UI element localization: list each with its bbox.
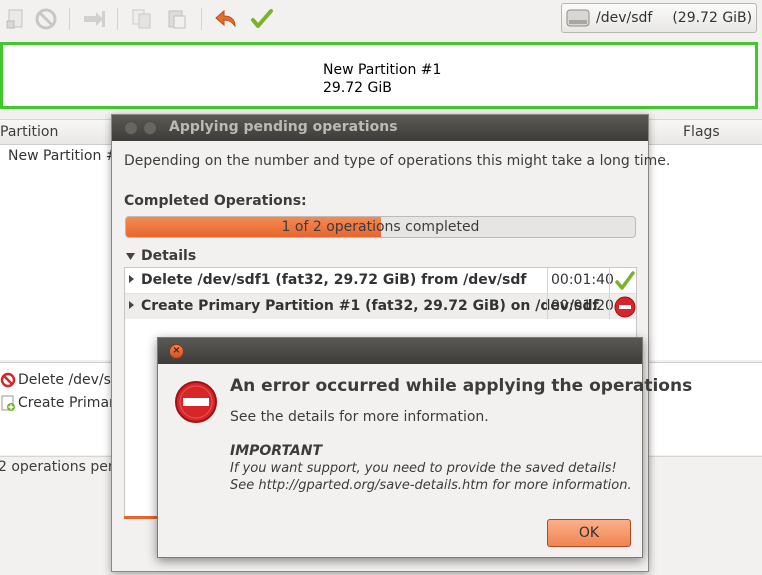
pending-op-delete-label: Delete /dev/sc xyxy=(18,372,119,388)
error-dialog-titlebar[interactable]: × xyxy=(158,338,642,364)
progress-text: 1 of 2 operations completed xyxy=(281,219,480,235)
pending-op-create[interactable]: Create Primar xyxy=(0,392,115,414)
column-partition[interactable]: Partition xyxy=(0,124,58,140)
completed-operations-label: Completed Operations: xyxy=(124,193,307,209)
close-icon[interactable] xyxy=(124,121,138,135)
undo-icon[interactable] xyxy=(214,7,238,31)
close-icon[interactable]: × xyxy=(169,344,184,359)
expand-arrow-icon[interactable] xyxy=(129,275,134,283)
paste-icon[interactable] xyxy=(165,7,189,31)
operation-text: Create Primary Partition #1 (fat32, 29.7… xyxy=(141,298,599,314)
operation-row[interactable]: Create Primary Partition #1 (fat32, 29.7… xyxy=(125,294,636,319)
delete-op-icon xyxy=(0,372,16,388)
partition-visual[interactable]: New Partition #1 29.72 GiB xyxy=(0,42,758,109)
apply-dialog-title: Applying pending operations xyxy=(169,119,398,135)
device-name: /dev/sdf xyxy=(596,10,653,26)
drive-icon xyxy=(566,9,590,27)
partition-visual-name: New Partition #1 xyxy=(323,62,442,78)
ok-button[interactable]: OK xyxy=(547,519,631,547)
column-flags[interactable]: Flags xyxy=(683,124,720,140)
details-expander[interactable]: Details xyxy=(126,248,196,264)
operation-row[interactable]: Delete /dev/sdf1 (fat32, 29.72 GiB) from… xyxy=(125,268,636,294)
copy-icon[interactable] xyxy=(130,7,154,31)
apply-dialog-message: Depending on the number and type of oper… xyxy=(124,153,671,169)
operations-progress-bar: 1 of 2 operations completed xyxy=(125,216,636,238)
apply-icon[interactable] xyxy=(250,7,274,31)
error-subtext: See the details for more information. xyxy=(230,409,489,425)
error-heading: An error occurred while applying the ope… xyxy=(230,376,693,396)
partition-row[interactable]: New Partition # xyxy=(8,148,118,164)
apply-dialog-titlebar[interactable]: Applying pending operations xyxy=(112,115,648,141)
toolbar: /dev/sdf (29.72 GiB) xyxy=(0,0,762,38)
operation-text: Delete /dev/sdf1 (fat32, 29.72 GiB) from… xyxy=(141,272,527,288)
pending-op-create-label: Create Primar xyxy=(18,395,115,411)
device-selector[interactable]: /dev/sdf (29.72 GiB) xyxy=(561,3,757,33)
status-text: 2 operations penc xyxy=(0,459,125,475)
partition-visual-size: 29.72 GiB xyxy=(323,80,392,96)
expand-arrow-icon[interactable] xyxy=(129,301,134,309)
expander-down-icon xyxy=(126,253,135,260)
minimize-icon[interactable] xyxy=(143,121,157,135)
create-op-icon xyxy=(1,395,15,411)
important-label: IMPORTANT xyxy=(230,443,323,459)
error-icon xyxy=(614,296,636,318)
device-size: (29.72 GiB) xyxy=(672,10,753,26)
new-partition-icon[interactable] xyxy=(4,7,28,31)
error-dialog: × An error occurred while applying the o… xyxy=(157,337,692,558)
details-label: Details xyxy=(141,248,197,264)
operation-time: 00:01:20 xyxy=(551,298,614,314)
error-icon xyxy=(175,381,217,423)
operation-time: 00:01:40 xyxy=(551,272,614,288)
pending-op-delete[interactable]: Delete /dev/sc xyxy=(0,369,119,391)
support-line: If you want support, you need to provide… xyxy=(230,461,617,476)
success-check-icon xyxy=(615,271,635,290)
resize-move-icon[interactable] xyxy=(82,7,106,31)
delete-partition-icon[interactable] xyxy=(34,7,58,31)
details-url-line: See http://gparted.org/save-details.htm … xyxy=(230,478,632,493)
